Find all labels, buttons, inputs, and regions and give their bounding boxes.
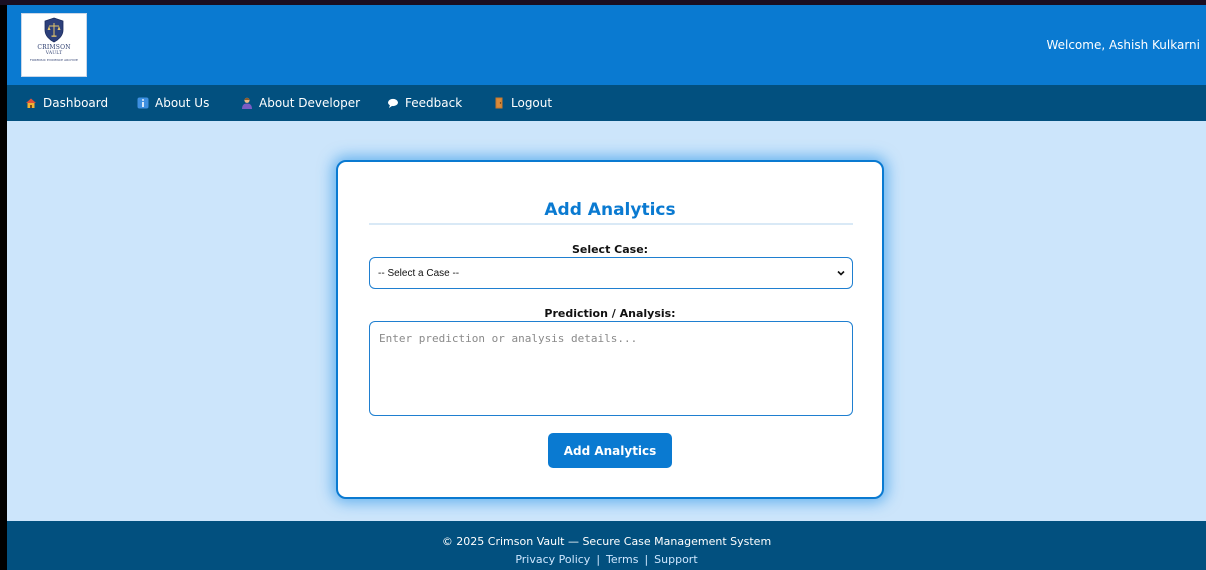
select-case-dropdown[interactable]: -- Select a Case -- [369, 257, 853, 289]
nav-dashboard-label: Dashboard [43, 96, 109, 110]
welcome-message: Welcome, Ashish Kulkarni [1046, 38, 1200, 52]
select-case-value: -- Select a Case -- [378, 267, 460, 279]
house-icon [26, 98, 36, 108]
add-analytics-card: Add Analytics Select Case: -- Select a C… [336, 160, 884, 499]
select-case-label: Select Case: [571, 243, 649, 256]
support-link[interactable]: Support [654, 553, 697, 566]
footer-links: Privacy Policy | Terms | Support [7, 553, 1206, 566]
nav-feedback-label: Feedback [405, 96, 463, 110]
nav-about-us[interactable]: About Us [137, 85, 209, 121]
page-footer: © 2025 Crimson Vault — Secure Case Manag… [7, 521, 1206, 570]
nav-logout-label: Logout [511, 96, 553, 110]
app-root: CRIMSON VAULT FORENSIC EVIDENCE ARCHIVE … [7, 5, 1206, 570]
prediction-textarea[interactable]: Enter prediction or analysis details... [369, 321, 853, 416]
crimson-vault-logo[interactable]: CRIMSON VAULT FORENSIC EVIDENCE ARCHIVE [21, 13, 87, 77]
nav-about-developer-label: About Developer [259, 96, 361, 110]
footer-separator: | [644, 553, 649, 566]
person-icon [242, 97, 252, 109]
shield-scales-icon [44, 17, 64, 43]
title-divider [369, 223, 853, 225]
page-title: Add Analytics [544, 200, 676, 220]
main-navbar: Dashboard About Us About Developer Feedb… [7, 85, 1206, 121]
terms-link[interactable]: Terms [606, 553, 638, 566]
nav-about-developer[interactable]: About Developer [241, 85, 360, 121]
nav-about-us-label: About Us [155, 96, 210, 110]
speech-bubble-icon [388, 98, 398, 108]
footer-separator: | [596, 553, 601, 566]
nav-logout[interactable]: Logout [493, 85, 552, 121]
privacy-policy-link[interactable]: Privacy Policy [515, 553, 590, 566]
info-icon [137, 97, 149, 109]
top-header: CRIMSON VAULT FORENSIC EVIDENCE ARCHIVE … [7, 5, 1206, 85]
nav-feedback[interactable]: Feedback [387, 85, 462, 121]
logo-text-line-3: FORENSIC EVIDENCE ARCHIVE [29, 58, 79, 62]
door-icon [495, 97, 503, 109]
chevron-down-icon [837, 270, 845, 276]
logo-text-line-2: VAULT [45, 51, 63, 56]
footer-copyright: © 2025 Crimson Vault — Secure Case Manag… [441, 535, 772, 548]
logo-text-line-1: CRIMSON [37, 44, 71, 51]
prediction-label: Prediction / Analysis: [544, 307, 676, 320]
nav-dashboard[interactable]: Dashboard [25, 85, 108, 121]
add-analytics-button[interactable]: Add Analytics [548, 433, 672, 468]
prediction-placeholder: Enter prediction or analysis details... [379, 332, 638, 345]
